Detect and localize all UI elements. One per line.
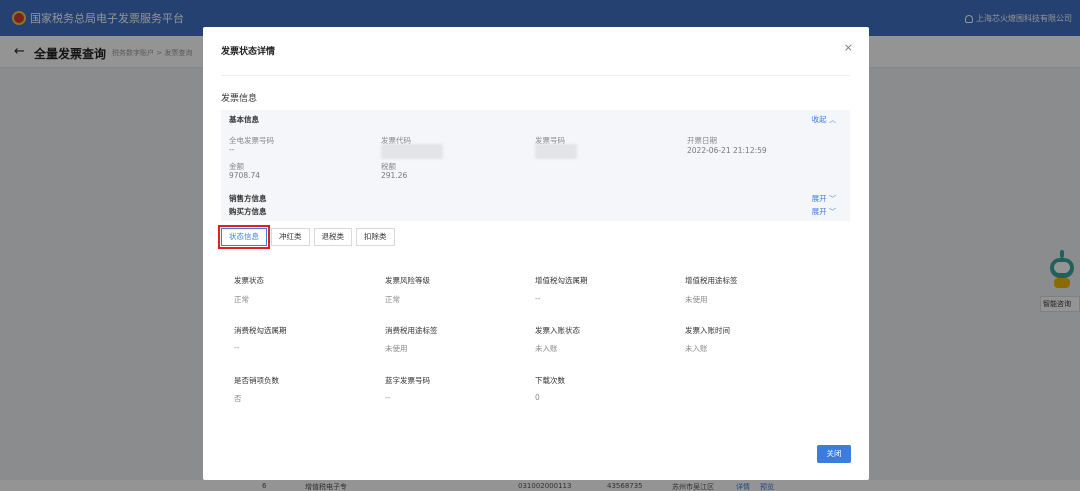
buyer-info-header: 购买方信息 — [229, 207, 267, 216]
tab-red-offset[interactable]: 冲红类 — [271, 228, 310, 246]
seller-info-header: 销售方信息 — [229, 194, 267, 203]
expand-label: 展开 — [811, 194, 827, 203]
dialog-title: 发票状态详情 — [221, 47, 276, 57]
status-value: 正常 — [234, 295, 249, 304]
status-value: 0 — [535, 393, 540, 402]
close-button[interactable]: 关闭 — [817, 445, 851, 463]
status-label: 消费税用途标签 — [385, 326, 438, 335]
status-value: 正常 — [385, 295, 400, 304]
field-label: 开票日期 — [687, 136, 717, 145]
field-value: 9708.74 — [229, 171, 261, 180]
status-label: 消费税勾选属期 — [234, 326, 287, 335]
invoice-status-dialog: 发票状态详情 × 发票信息 基本信息 收起 ︿ 全电发票号码 -- 发票代码 发… — [203, 27, 869, 480]
buyer-expand-button[interactable]: 展开 ﹀ — [812, 206, 836, 217]
expand-label: 展开 — [811, 207, 827, 216]
status-label: 发票入账状态 — [535, 326, 580, 335]
status-value: 未使用 — [685, 295, 708, 304]
field-value: -- — [229, 145, 235, 154]
status-label: 下载次数 — [535, 376, 565, 385]
tab-deduction[interactable]: 扣除类 — [356, 228, 395, 246]
status-label: 蓝字发票号码 — [385, 376, 430, 385]
redacted-value — [381, 144, 443, 159]
chevron-down-icon: ﹀ — [829, 195, 836, 203]
status-label: 发票风险等级 — [385, 276, 430, 285]
section-title: 发票信息 — [221, 94, 258, 104]
field-value: 2022-06-21 21:12:59 — [687, 146, 767, 155]
close-icon[interactable]: × — [844, 41, 853, 54]
divider — [221, 75, 850, 76]
status-value: 否 — [234, 394, 242, 403]
seller-expand-button[interactable]: 展开 ﹀ — [812, 193, 836, 204]
status-label: 是否销项负数 — [234, 376, 279, 385]
field-value: 291.26 — [381, 171, 408, 180]
field-label: 全电发票号码 — [229, 136, 274, 145]
status-label: 发票状态 — [234, 276, 264, 285]
collapse-label: 收起 — [811, 115, 827, 124]
status-value: -- — [385, 393, 391, 402]
status-value: 未入账 — [535, 344, 558, 353]
tab-status-info[interactable]: 状态信息 — [218, 225, 270, 249]
status-tabs: 状态信息 冲红类 退税类 扣除类 — [218, 225, 399, 250]
chevron-down-icon: ﹀ — [829, 208, 836, 216]
status-value: -- — [234, 343, 240, 352]
status-label: 增值税勾选属期 — [535, 276, 588, 285]
status-label: 发票入账时间 — [685, 326, 730, 335]
status-value: 未入账 — [685, 344, 708, 353]
basic-info-header: 基本信息 — [229, 115, 259, 124]
status-value: 未使用 — [385, 344, 408, 353]
collapse-button[interactable]: 收起 ︿ — [812, 114, 836, 125]
redacted-value — [535, 144, 577, 159]
chevron-up-icon: ︿ — [829, 116, 836, 124]
status-label: 增值税用途标签 — [685, 276, 738, 285]
invoice-info-panel: 基本信息 收起 ︿ 全电发票号码 -- 发票代码 发票号码 开票日期 2022-… — [221, 110, 850, 221]
tab-tax-refund[interactable]: 退税类 — [313, 228, 352, 246]
status-value: -- — [535, 294, 541, 303]
